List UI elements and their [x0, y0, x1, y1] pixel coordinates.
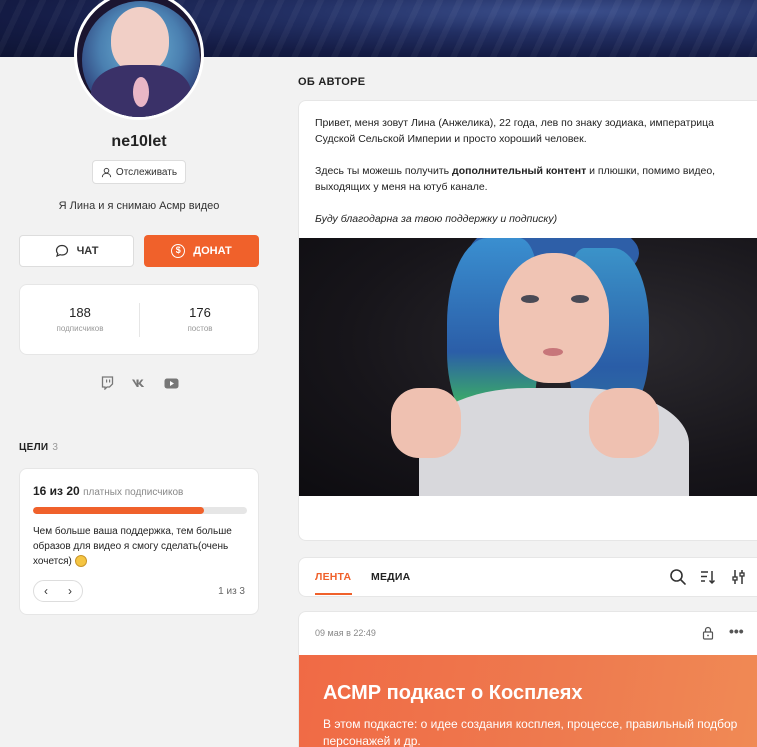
- about-paragraph-3: Буду благодарна за твою поддержку и подп…: [315, 211, 745, 227]
- stats-card: 188 подписчиков 176 постов: [19, 284, 259, 355]
- post-subtitle: В этом подкасте: о идее создания косплея…: [323, 717, 738, 747]
- follow-button[interactable]: Отслеживать: [92, 160, 186, 184]
- about-p2-bold: дополнительный контент: [452, 165, 587, 177]
- post-card[interactable]: 09 мая в 22:49 ••• АСМР подкаст о Коспле…: [298, 611, 757, 747]
- goal-unit: платных подписчиков: [83, 487, 184, 498]
- chat-bubble-icon: [55, 244, 68, 258]
- goal-description-text: Чем больше ваша поддержка, тем больше об…: [33, 526, 232, 567]
- goal-current: 16 из 20: [33, 484, 80, 498]
- posts-count: 176: [189, 305, 211, 320]
- goal-card: 16 из 20 платных подписчиков Чем больше …: [19, 468, 259, 615]
- bio-text: Я Лина и я снимаю Асмр видео: [58, 200, 220, 212]
- active-tab-underline: [315, 593, 352, 595]
- about-text: Привет, меня зовут Лина (Анжелика), 22 г…: [315, 115, 745, 243]
- twitch-icon[interactable]: [99, 376, 115, 390]
- feed-tabs: ЛЕНТА МЕДИА: [298, 557, 757, 597]
- goal-progress-bar: [33, 507, 247, 514]
- sort-icon[interactable]: [699, 568, 717, 586]
- filter-sliders-icon[interactable]: [730, 568, 748, 586]
- stat-subscribers: 188 подписчиков: [20, 305, 140, 333]
- vk-icon[interactable]: [131, 376, 147, 390]
- about-paragraph-1: Привет, меня зовут Лина (Анжелика), 22 г…: [315, 117, 715, 145]
- goal-pagination: ‹ ›: [33, 580, 83, 602]
- about-p3-italic: Буду благодарна за твою поддержку и подп…: [315, 213, 558, 225]
- social-links: [0, 376, 278, 390]
- stat-posts: 176 постов: [140, 305, 260, 333]
- goals-count: 3: [52, 442, 59, 453]
- tab-media[interactable]: МЕДИА: [371, 571, 410, 583]
- posts-label: постов: [187, 324, 213, 333]
- about-card: Привет, меня зовут Лина (Анжелика), 22 г…: [298, 100, 757, 541]
- goal-description: Чем больше ваша поддержка, тем больше об…: [33, 524, 238, 569]
- subscribers-label: подписчиков: [56, 324, 104, 333]
- prev-goal-button[interactable]: ‹: [34, 581, 58, 601]
- more-options-icon[interactable]: •••: [729, 624, 744, 638]
- username: ne10let: [111, 133, 167, 150]
- user-icon: [101, 167, 112, 177]
- smiley-emoji-icon: [74, 555, 87, 568]
- about-heading: ОБ АВТОРЕ: [298, 76, 366, 88]
- chat-button[interactable]: ЧАТ: [19, 235, 134, 267]
- subscribers-count: 188: [69, 305, 91, 320]
- post-title: АСМР подкаст о Косплеях: [323, 682, 583, 704]
- lock-icon: [702, 626, 714, 640]
- goals-heading: ЦЕЛИ 3: [19, 442, 58, 453]
- goal-progress-fill: [33, 507, 205, 514]
- post-date: 09 мая в 22:49: [315, 628, 376, 638]
- avatar[interactable]: [74, 0, 204, 120]
- donate-label: ДОНАТ: [193, 245, 232, 257]
- goal-page-indicator: 1 из 3: [218, 586, 245, 597]
- youtube-icon[interactable]: [163, 376, 179, 390]
- coin-icon: $: [171, 244, 186, 258]
- about-p2-start: Здесь ты можешь получить: [315, 165, 453, 177]
- tab-feed[interactable]: ЛЕНТА: [315, 571, 351, 583]
- goals-title: ЦЕЛИ: [19, 442, 49, 453]
- next-goal-button[interactable]: ›: [58, 581, 82, 601]
- post-cover[interactable]: АСМР подкаст о Косплеях В этом подкасте:…: [299, 655, 757, 747]
- follow-label: Отслеживать: [115, 166, 178, 178]
- about-paragraph-2: Здесь ты можешь получить дополнительный …: [315, 163, 745, 195]
- author-photo[interactable]: [299, 238, 757, 496]
- goal-progress: 16 из 20 платных подписчиков: [33, 484, 183, 498]
- search-icon[interactable]: [669, 568, 687, 586]
- chat-label: ЧАТ: [76, 245, 99, 257]
- donate-button[interactable]: $ ДОНАТ: [144, 235, 259, 267]
